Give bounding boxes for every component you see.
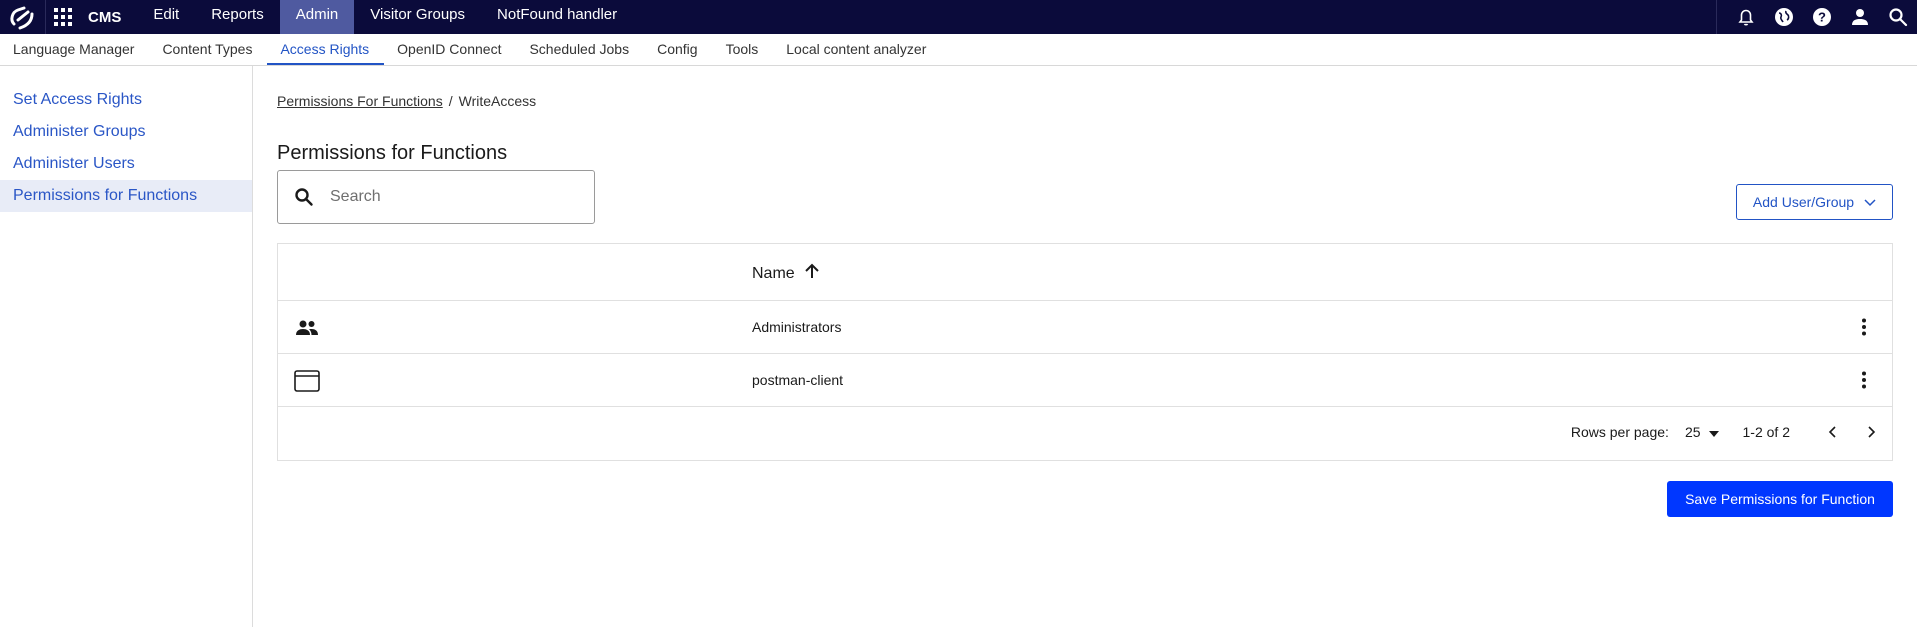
help-icon[interactable]: ? bbox=[1803, 0, 1841, 34]
permissions-table: Name Administrators postman-client Rows … bbox=[277, 243, 1893, 461]
app-grid-icon[interactable] bbox=[46, 0, 80, 34]
admin-subnav: Language Manager Content Types Access Ri… bbox=[0, 34, 1917, 66]
search-box[interactable] bbox=[277, 170, 595, 224]
column-header-name[interactable]: Name bbox=[752, 262, 821, 285]
pagination: Rows per page: 25 1-2 of 2 bbox=[1571, 404, 1892, 460]
svg-text:?: ? bbox=[1818, 10, 1826, 25]
subnav-language-manager[interactable]: Language Manager bbox=[0, 34, 149, 65]
breadcrumb-separator: / bbox=[448, 93, 453, 109]
row-name: postman-client bbox=[752, 372, 844, 388]
breadcrumb: Permissions For Functions / WriteAccess bbox=[277, 93, 536, 109]
product-name[interactable]: CMS bbox=[80, 9, 137, 26]
rows-per-page-label: Rows per page: bbox=[1570, 424, 1669, 440]
top-nav: Edit Reports Admin Visitor Groups NotFou… bbox=[137, 0, 633, 34]
more-options-icon[interactable] bbox=[1852, 368, 1876, 392]
save-permissions-button[interactable]: Save Permissions for Function bbox=[1667, 481, 1893, 517]
subnav-openid-connect[interactable]: OpenID Connect bbox=[384, 34, 516, 65]
globe-icon[interactable] bbox=[1765, 0, 1803, 34]
top-nav-notfound-handler[interactable]: NotFound handler bbox=[481, 0, 633, 34]
sidebar-item-administer-users[interactable]: Administer Users bbox=[0, 148, 252, 180]
column-header-name-label: Name bbox=[752, 264, 795, 282]
row-name: Administrators bbox=[752, 319, 842, 335]
page-title: Permissions for Functions bbox=[277, 142, 508, 164]
sidebar: Set Access Rights Administer Groups Admi… bbox=[0, 66, 253, 627]
rows-per-page-value: 25 bbox=[1684, 424, 1701, 440]
search-icon bbox=[294, 185, 318, 209]
group-icon bbox=[294, 315, 320, 341]
subnav-content-types[interactable]: Content Types bbox=[149, 34, 267, 65]
subnav-local-content-analyzer[interactable]: Local content analyzer bbox=[773, 34, 941, 65]
top-icons: ? bbox=[1716, 0, 1917, 34]
search-icon[interactable] bbox=[1879, 0, 1917, 34]
add-user-group-label: Add User/Group bbox=[1752, 194, 1855, 210]
table-header: Name bbox=[278, 244, 1892, 301]
top-nav-visitor-groups[interactable]: Visitor Groups bbox=[354, 0, 481, 34]
optimizely-logo-icon[interactable] bbox=[0, 0, 46, 34]
top-nav-reports[interactable]: Reports bbox=[195, 0, 280, 34]
search-input[interactable] bbox=[328, 187, 572, 207]
chevron-down-icon bbox=[1864, 194, 1876, 210]
subnav-config[interactable]: Config bbox=[644, 34, 712, 65]
table-row[interactable]: postman-client bbox=[278, 354, 1892, 407]
user-icon[interactable] bbox=[1841, 0, 1879, 34]
top-nav-edit[interactable]: Edit bbox=[137, 0, 195, 34]
caret-down-icon bbox=[1708, 424, 1719, 440]
sidebar-item-set-access-rights[interactable]: Set Access Rights bbox=[0, 84, 252, 116]
top-nav-admin[interactable]: Admin bbox=[279, 0, 355, 34]
bell-icon[interactable] bbox=[1727, 0, 1765, 34]
table-row[interactable]: Administrators bbox=[278, 301, 1892, 354]
add-user-group-button[interactable]: Add User/Group bbox=[1736, 184, 1893, 220]
subnav-scheduled-jobs[interactable]: Scheduled Jobs bbox=[516, 34, 644, 65]
more-options-icon[interactable] bbox=[1852, 315, 1876, 339]
application-icon bbox=[294, 368, 320, 394]
subnav-tools[interactable]: Tools bbox=[713, 34, 774, 65]
pagination-range: 1-2 of 2 bbox=[1742, 424, 1790, 440]
breadcrumb-current: WriteAccess bbox=[458, 93, 537, 109]
sidebar-item-administer-groups[interactable]: Administer Groups bbox=[0, 116, 252, 148]
top-bar: CMS Edit Reports Admin Visitor Groups No… bbox=[0, 0, 1917, 34]
sort-ascending-icon bbox=[803, 262, 821, 285]
sidebar-item-permissions-for-functions[interactable]: Permissions for Functions bbox=[0, 180, 252, 212]
previous-page-icon[interactable] bbox=[1812, 412, 1852, 452]
rows-per-page-select[interactable]: 25 bbox=[1685, 424, 1719, 440]
next-page-icon[interactable] bbox=[1852, 412, 1892, 452]
breadcrumb-link[interactable]: Permissions For Functions bbox=[277, 93, 443, 109]
subnav-access-rights[interactable]: Access Rights bbox=[267, 34, 385, 65]
